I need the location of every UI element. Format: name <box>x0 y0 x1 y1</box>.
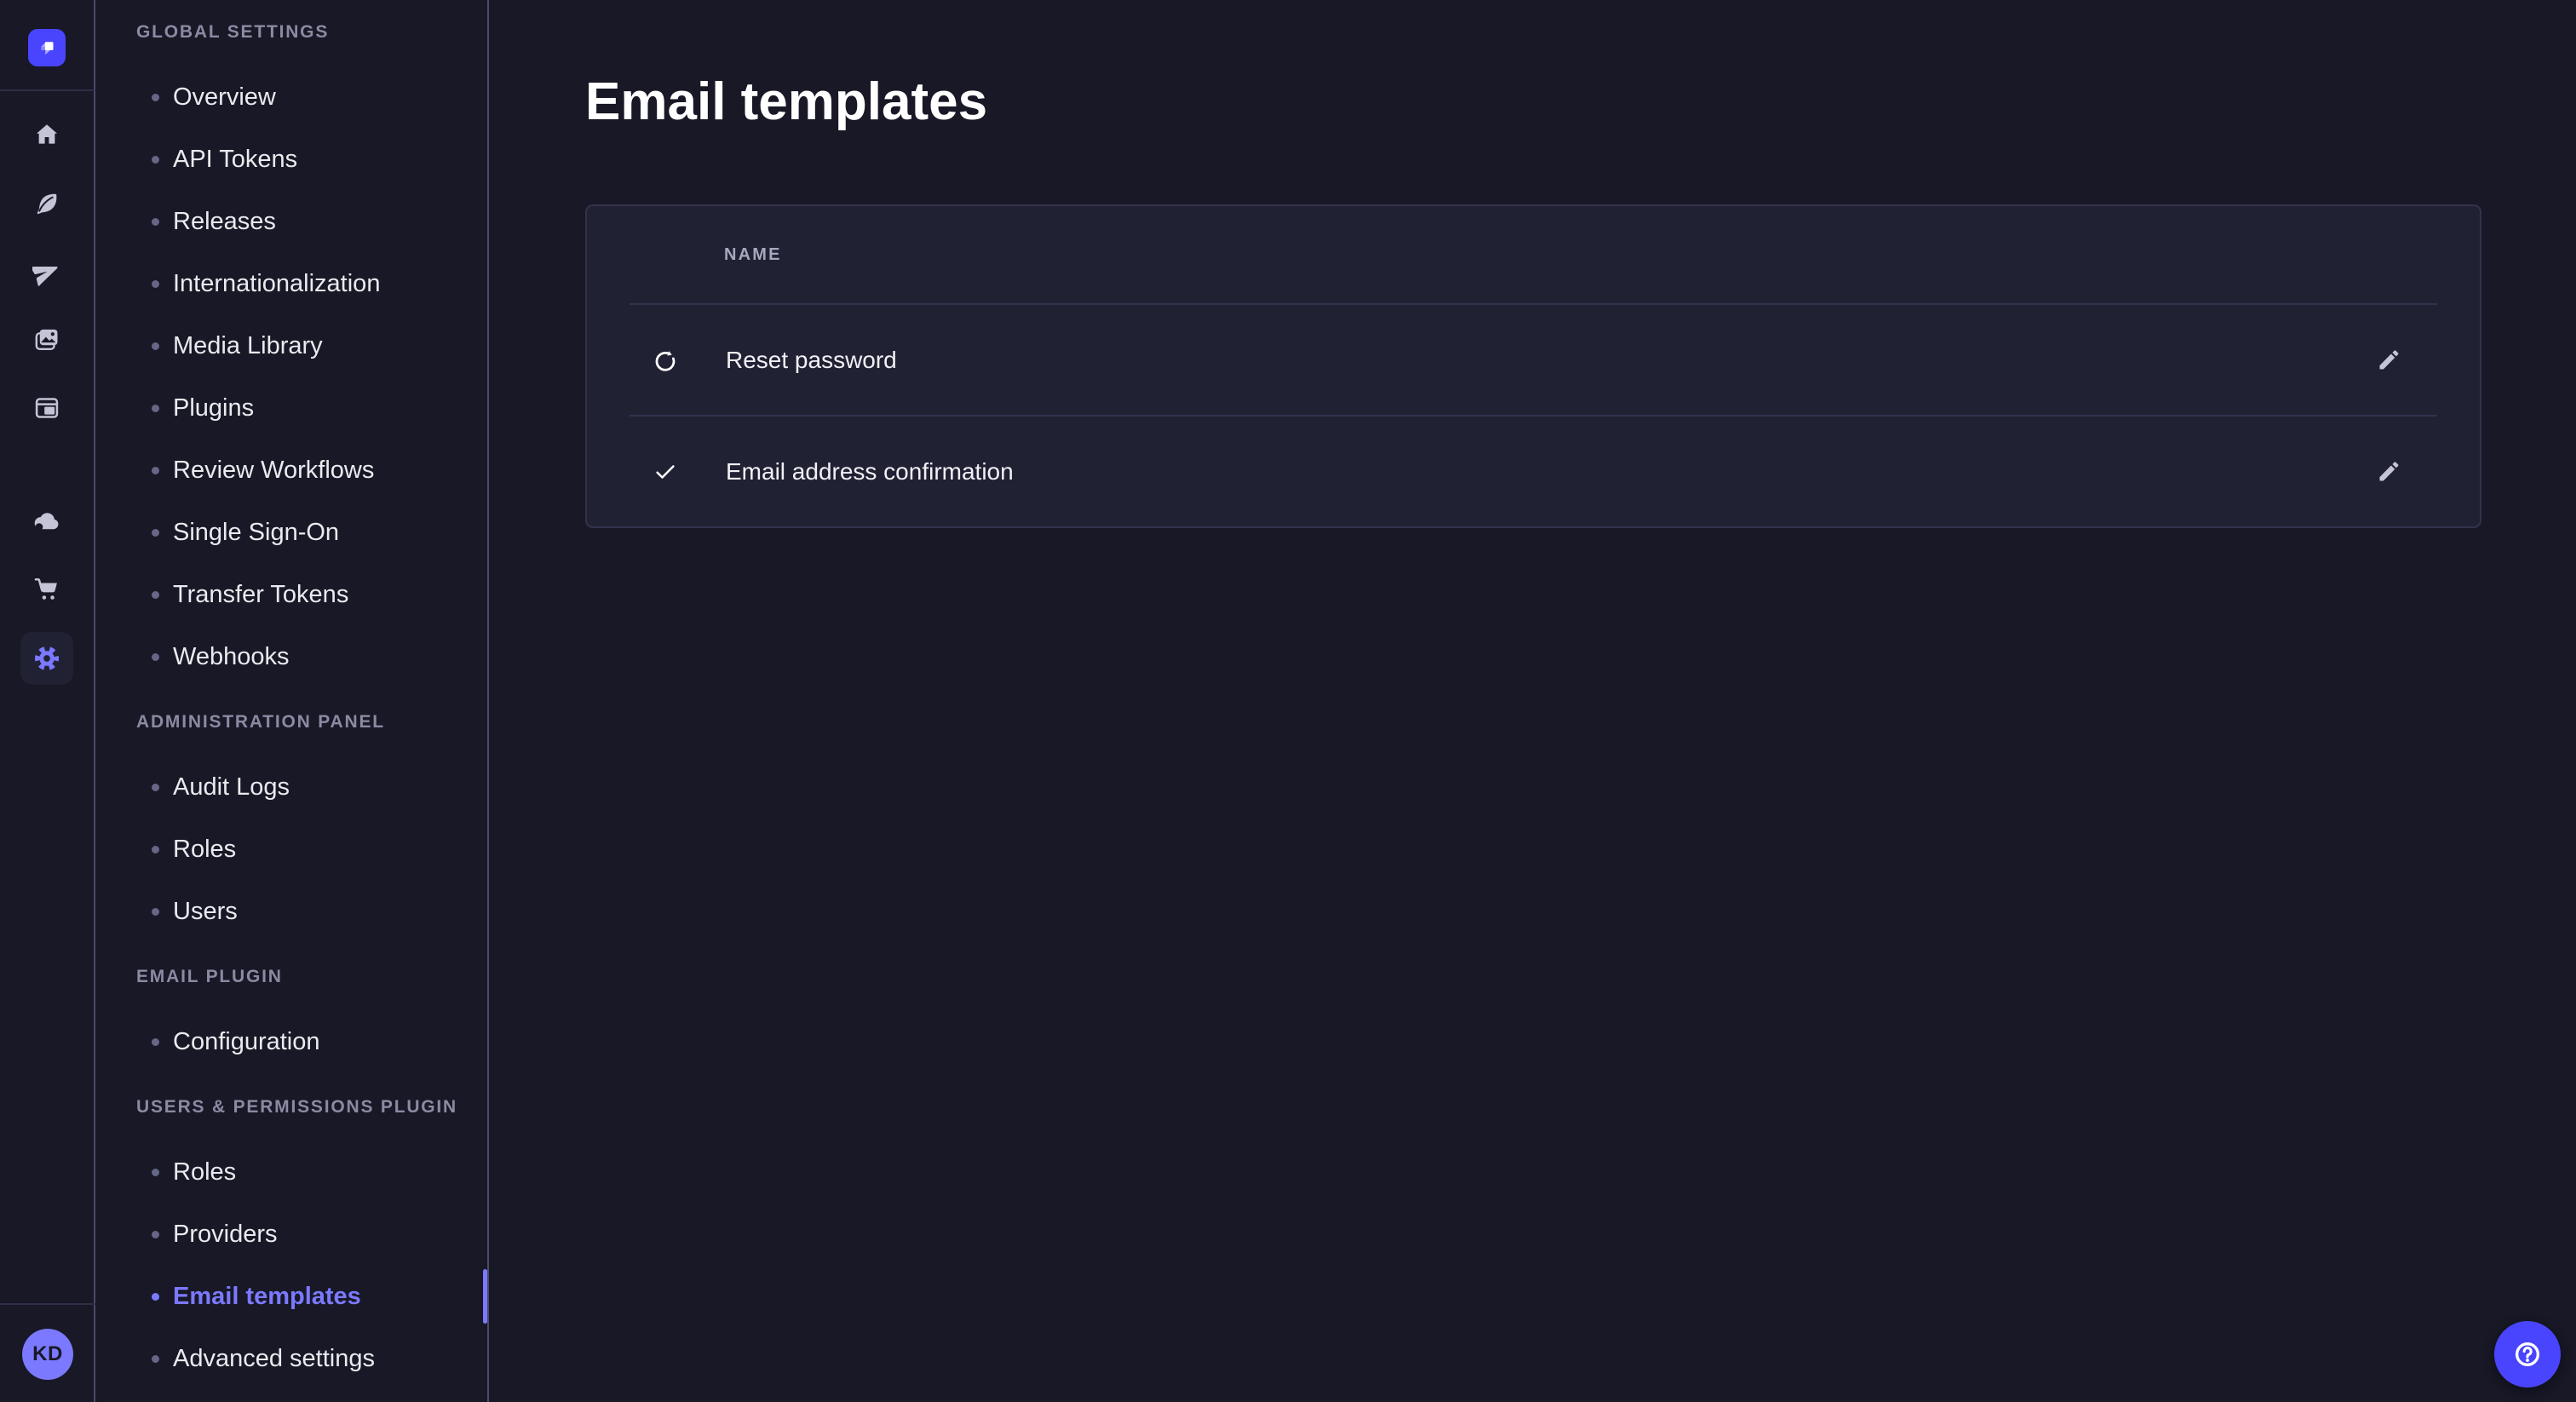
bullet-icon <box>152 467 159 474</box>
bullet-icon <box>152 529 159 537</box>
template-name: Reset password <box>726 347 897 374</box>
bullet-icon <box>152 1169 159 1176</box>
nav-section-email-plugin: EMAIL PLUGIN Configuration <box>95 963 487 1073</box>
sidebar-item-review-workflows[interactable]: Review Workflows <box>95 440 487 502</box>
sidebar-item-webhooks[interactable]: Webhooks <box>95 626 487 688</box>
layout-icon[interactable] <box>0 374 95 442</box>
sidebar-item-transfer-tokens[interactable]: Transfer Tokens <box>95 564 487 626</box>
table-row-email-address-confirmation[interactable]: Email address confirmation <box>587 417 2480 526</box>
main-content: Email templates NAME Reset password <box>489 0 2576 1402</box>
bullet-icon <box>152 1355 159 1363</box>
sidebar-item-api-tokens[interactable]: API Tokens <box>95 129 487 191</box>
bullet-icon <box>152 342 159 350</box>
sidebar-item-label: Email templates <box>173 1283 361 1311</box>
nav-section-administration-panel: ADMINISTRATION PANEL Audit Logs Roles Us… <box>95 709 487 943</box>
sidebar-item-label: Plugins <box>173 394 254 422</box>
nav-section-users-permissions-plugin: USERS & PERMISSIONS PLUGIN Roles Provide… <box>95 1094 487 1390</box>
bullet-icon <box>152 156 159 164</box>
feather-icon[interactable] <box>0 170 95 238</box>
sidebar-item-label: Roles <box>173 1158 236 1187</box>
sidebar-item-releases[interactable]: Releases <box>95 191 487 253</box>
sidebar-item-plugins[interactable]: Plugins <box>95 377 487 440</box>
template-name: Email address confirmation <box>726 458 1014 486</box>
bullet-icon <box>152 218 159 226</box>
sidebar-item-email-configuration[interactable]: Configuration <box>95 1011 487 1073</box>
sidebar-item-providers[interactable]: Providers <box>95 1204 487 1266</box>
bullet-icon <box>152 846 159 853</box>
sidebar-item-admin-users[interactable]: Users <box>95 881 487 943</box>
sidebar-item-label: Providers <box>173 1221 278 1249</box>
shopping-cart-icon[interactable] <box>0 554 95 623</box>
page-title: Email templates <box>585 72 2481 132</box>
sidebar-item-admin-roles[interactable]: Roles <box>95 819 487 881</box>
sidebar-item-internationalization[interactable]: Internationalization <box>95 253 487 315</box>
rail-divider-bottom <box>0 1303 95 1305</box>
section-header: USERS & PERMISSIONS PLUGIN <box>95 1094 487 1121</box>
section-header: ADMINISTRATION PANEL <box>95 709 487 736</box>
sidebar-item-label: Advanced settings <box>173 1345 375 1373</box>
sidebar-item-advanced-settings[interactable]: Advanced settings <box>95 1328 487 1390</box>
sidebar-item-label: Audit Logs <box>173 773 290 802</box>
user-avatar[interactable]: KD <box>22 1329 73 1380</box>
sidebar-item-overview[interactable]: Overview <box>95 66 487 129</box>
table-header-row: NAME <box>587 206 2480 303</box>
question-mark-icon <box>2510 1337 2544 1371</box>
sidebar-item-label: API Tokens <box>173 146 297 174</box>
sidebar-item-media-library[interactable]: Media Library <box>95 315 487 377</box>
sidebar-item-label: Transfer Tokens <box>173 581 348 609</box>
sidebar-item-label: Review Workflows <box>173 457 374 485</box>
rail-nav <box>0 91 94 694</box>
gear-icon[interactable] <box>0 623 95 694</box>
media-library-icon[interactable] <box>0 306 95 374</box>
cloud-icon[interactable] <box>0 486 95 554</box>
sidebar-item-audit-logs[interactable]: Audit Logs <box>95 756 487 819</box>
bullet-icon <box>152 784 159 791</box>
nav-section-global-settings: GLOBAL SETTINGS Overview API Tokens Rele… <box>95 19 487 688</box>
bullet-icon <box>152 1293 159 1301</box>
sidebar-item-label: Overview <box>173 83 276 112</box>
sidebar-item-label: Releases <box>173 208 276 236</box>
home-icon[interactable] <box>0 101 95 170</box>
bullet-icon <box>152 1231 159 1238</box>
edit-pencil-icon[interactable] <box>2369 341 2408 380</box>
bullet-icon <box>152 591 159 599</box>
sidebar-item-label: Roles <box>173 836 236 864</box>
sidebar-item-up-roles[interactable]: Roles <box>95 1141 487 1204</box>
sidebar-item-label: Single Sign-On <box>173 519 339 547</box>
sidebar-item-single-sign-on[interactable]: Single Sign-On <box>95 502 487 564</box>
help-button[interactable] <box>2494 1321 2561 1388</box>
sidebar-item-label: Webhooks <box>173 643 290 671</box>
section-header: EMAIL PLUGIN <box>95 963 487 991</box>
sidebar-item-label: Configuration <box>173 1028 320 1056</box>
sidebar-item-label: Internationalization <box>173 270 380 298</box>
bullet-icon <box>152 653 159 661</box>
paper-plane-icon[interactable] <box>0 238 95 306</box>
check-icon <box>652 458 679 486</box>
active-item-indicator <box>483 1269 487 1324</box>
rail-bottom: KD <box>0 1303 95 1402</box>
edit-pencil-icon[interactable] <box>2369 452 2408 491</box>
sidebar-item-label: Users <box>173 898 238 926</box>
bullet-icon <box>152 94 159 101</box>
bullet-icon <box>152 280 159 288</box>
icon-sidebar: KD <box>0 0 95 1402</box>
section-header: GLOBAL SETTINGS <box>95 19 487 46</box>
bullet-icon <box>152 1038 159 1046</box>
strapi-logo-glyph <box>34 35 60 60</box>
sidebar-item-label: Media Library <box>173 332 323 360</box>
table-row-reset-password[interactable]: Reset password <box>587 305 2480 415</box>
sidebar-item-email-templates[interactable]: Email templates <box>95 1266 487 1328</box>
bullet-icon <box>152 908 159 916</box>
settings-sidebar: GLOBAL SETTINGS Overview API Tokens Rele… <box>95 0 489 1402</box>
strapi-logo[interactable] <box>28 29 66 66</box>
gear-active-pill <box>20 632 73 685</box>
name-column-header: NAME <box>724 245 782 265</box>
refresh-icon <box>652 347 679 374</box>
email-templates-table: NAME Reset password <box>585 204 2481 528</box>
bullet-icon <box>152 405 159 412</box>
